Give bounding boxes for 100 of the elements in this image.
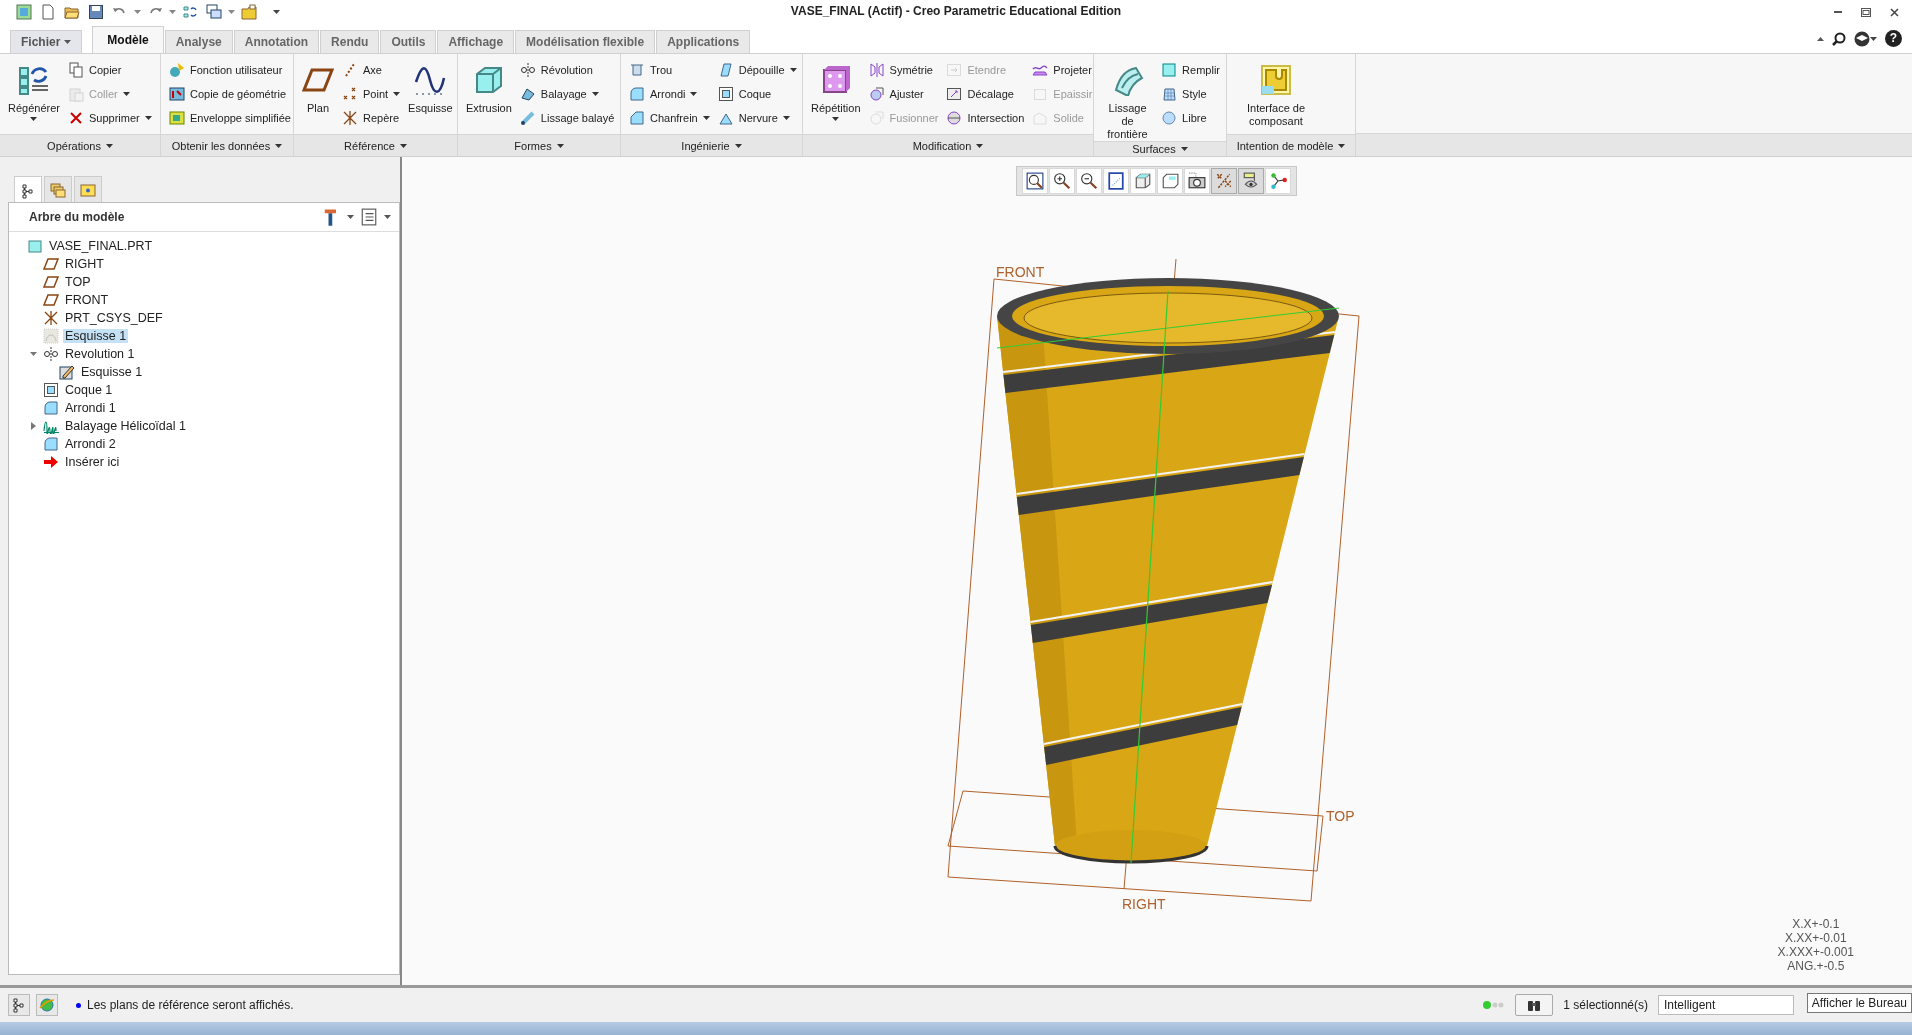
ribbon-button[interactable]: Plan (300, 58, 336, 134)
ribbon-button[interactable]: Répétition (809, 58, 863, 134)
ribbon-button[interactable]: Trou (627, 58, 712, 82)
tree-button[interactable] (8, 994, 30, 1016)
ribbon-button[interactable]: Révolution (517, 58, 617, 82)
navigator-tab[interactable] (44, 176, 72, 202)
group-menu[interactable]: Obtenir les données (161, 134, 293, 156)
view-toolbar-button[interactable] (1238, 168, 1264, 194)
file-menu[interactable]: Fichier (10, 30, 83, 53)
tree-item[interactable]: Revolution 1 (63, 347, 137, 361)
caret-icon (1817, 36, 1824, 41)
toolbar-button[interactable] (204, 2, 224, 22)
ribbon-button[interactable]: Axe (340, 58, 403, 82)
blend-icon (519, 110, 536, 126)
view-toolbar-button[interactable] (1103, 168, 1129, 194)
ribbon-button[interactable]: Copie de géométrie (167, 82, 293, 106)
tree-item[interactable]: PRT_CSYS_DEF (63, 311, 165, 325)
view-toolbar-button[interactable] (1265, 168, 1291, 194)
ribbon-tab[interactable]: Applications (656, 30, 751, 53)
view-toolbar-button[interactable] (1157, 168, 1183, 194)
ribbon-tab[interactable]: Analyse (164, 30, 233, 53)
view-toolbar-button[interactable] (1130, 168, 1156, 194)
ribbon-tab[interactable]: Modèle (92, 26, 164, 53)
ribbon-button[interactable]: Style (1159, 82, 1222, 106)
group-menu[interactable]: Référence (294, 134, 457, 156)
group-menu[interactable]: Intention de modèle (1227, 134, 1355, 156)
group-menu[interactable]: Surfaces (1094, 141, 1226, 156)
tree-item[interactable]: Arrondi 2 (63, 437, 118, 451)
ribbon-button[interactable]: Intersection (944, 106, 1027, 130)
find-button[interactable] (1515, 994, 1554, 1016)
ribbon-tab[interactable]: Annotation (233, 30, 320, 53)
feature-icon (169, 62, 185, 78)
extend-icon (946, 62, 963, 78)
view-toolbar-button[interactable] (1049, 168, 1075, 194)
navigator-tab[interactable] (74, 176, 102, 202)
caret-icon (393, 92, 401, 96)
ribbon-button[interactable]: Repère (340, 106, 403, 130)
group-menu[interactable]: Modification (803, 134, 1093, 156)
expand-toggle[interactable] (27, 352, 39, 356)
list-icon (360, 208, 378, 226)
ribbon-button[interactable]: Point (340, 82, 403, 106)
ribbon-button[interactable]: Fonction utilisateur (167, 58, 293, 82)
view-toolbar-button[interactable] (1022, 168, 1048, 194)
ribbon-button[interactable]: Libre (1159, 106, 1222, 130)
ribbon-button[interactable]: Esquisse (406, 58, 455, 134)
pages-icon (68, 62, 84, 78)
ribbon-tab[interactable]: Rendu (320, 30, 380, 53)
ribbon-button[interactable]: Arrondi (627, 82, 712, 106)
ribbon-button[interactable]: Lissage de frontière (1100, 58, 1156, 141)
solidify-icon (1032, 110, 1049, 126)
ribbon-tab[interactable]: Affichage (437, 30, 515, 53)
view-toolbar-button[interactable] (1076, 168, 1102, 194)
ribbon-tab[interactable]: Modélisation flexible (515, 30, 656, 53)
ribbon-button[interactable]: Interface de composant (1233, 58, 1319, 134)
caret-icon (273, 10, 280, 14)
ribbon-button[interactable]: Enveloppe simplifiée (167, 106, 293, 130)
ribbon-button[interactable]: Projeter (1030, 58, 1095, 82)
tolerance-note: X.X+-0.1 (1792, 917, 1840, 931)
ribbon-button[interactable]: Copier (66, 58, 154, 82)
tree-item[interactable]: Esquisse 1 (63, 329, 129, 343)
ribbon-button[interactable]: Décalage (944, 82, 1027, 106)
ribbon-button[interactable]: Remplir (1159, 58, 1222, 82)
ribbon-button[interactable]: Supprimer (66, 106, 154, 130)
tree-item[interactable]: Coque 1 (63, 383, 115, 397)
revolve-icon (43, 346, 59, 362)
group-menu[interactable]: Formes (458, 134, 620, 156)
ribbon-button[interactable]: Balayage (517, 82, 617, 106)
circle-icon (868, 86, 885, 102)
ribbon-button[interactable]: Coque (715, 82, 799, 106)
help-button[interactable]: ? (1885, 30, 1902, 47)
navigator-tab[interactable] (14, 176, 42, 204)
tree-item[interactable]: VASE_FINAL.PRT (47, 239, 155, 253)
ribbon-button[interactable]: Dépouille (715, 58, 799, 82)
tree-item[interactable]: FRONT (63, 293, 111, 307)
collapse-ribbon-button[interactable] (1817, 36, 1824, 41)
filter-dropdown[interactable]: Intelligent (1658, 995, 1794, 1015)
toolbar-button[interactable] (86, 2, 106, 22)
ribbon-button[interactable]: Ajuster (866, 82, 941, 106)
tree-item[interactable]: Esquisse 1 (79, 365, 145, 379)
education-menu-button[interactable] (1854, 30, 1877, 47)
tree-item[interactable]: Arrondi 1 (63, 401, 118, 415)
show-menu-button[interactable] (360, 208, 391, 226)
browser-button[interactable] (36, 994, 58, 1016)
ribbon-button[interactable]: Lissage balayé (517, 106, 617, 130)
tree-item[interactable]: Balayage Hélicoïdal 1 (63, 419, 188, 433)
ribbon-button[interactable]: Chanfrein (627, 106, 712, 130)
tree-item[interactable]: Insérer ici (63, 455, 122, 469)
ribbon-button[interactable]: Extrusion (464, 58, 514, 134)
ribbon-tab[interactable]: Outils (380, 30, 437, 53)
tree-item[interactable]: RIGHT (63, 257, 106, 271)
group-menu[interactable]: Opérations (0, 134, 160, 156)
ribbon-button[interactable]: Nervure (715, 106, 799, 130)
ribbon-button[interactable]: Symétrie (866, 58, 941, 82)
ribbon-button[interactable]: Régénérer (6, 58, 62, 134)
search-button[interactable] (1832, 31, 1846, 46)
view-toolbar-button[interactable] (1184, 168, 1210, 194)
arrow-icon (43, 454, 59, 470)
tree-item[interactable]: TOP (63, 275, 93, 289)
offset-icon (946, 86, 963, 102)
group-menu[interactable]: Ingénierie (621, 134, 802, 156)
